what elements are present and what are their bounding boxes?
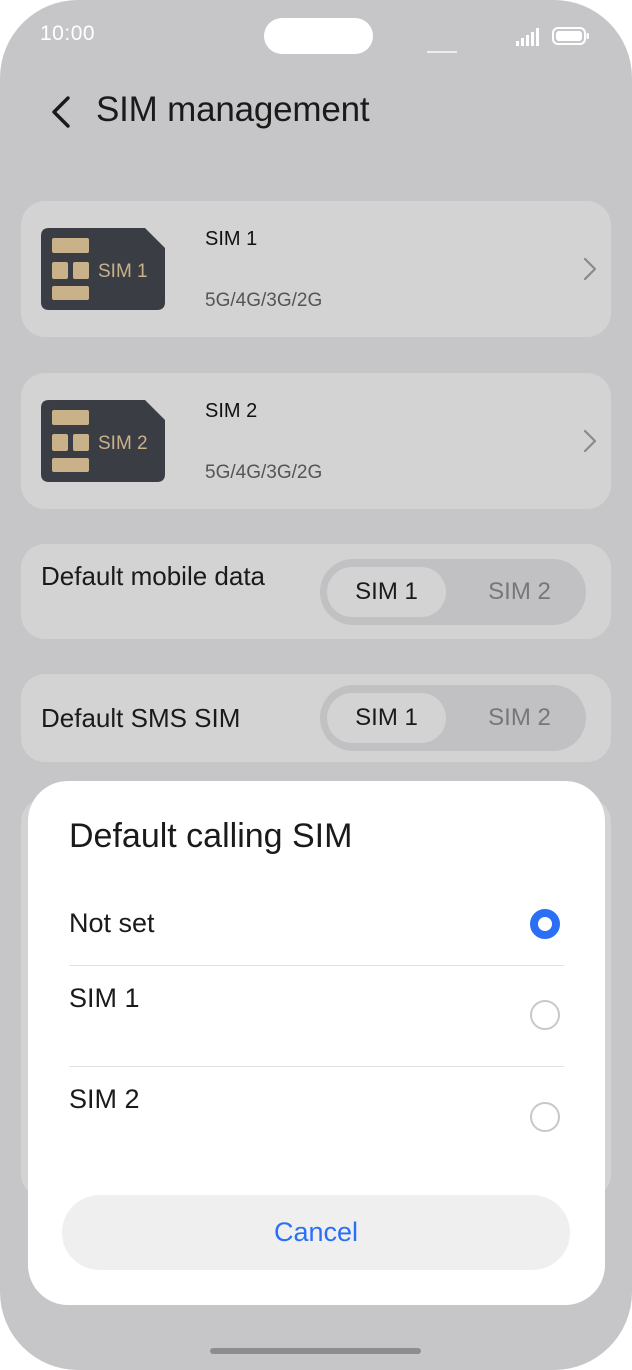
sms-sim1-option[interactable]: SIM 1 <box>327 693 446 743</box>
sim-card-label: SIM 1 <box>98 261 148 282</box>
radio-selected-icon[interactable] <box>530 909 560 939</box>
sim-card-icon: SIM 2 <box>41 400 165 482</box>
sim-1-network: 5G/4G/3G/2G <box>205 290 323 311</box>
sim-card-label: SIM 2 <box>98 433 148 454</box>
signal-icon <box>516 28 539 46</box>
camera-cutout <box>264 18 373 54</box>
dialog-title: Default calling SIM <box>69 817 353 855</box>
mobile-data-sim2-option[interactable]: SIM 2 <box>460 567 579 617</box>
default-mobile-data-switch: SIM 1 SIM 2 <box>320 559 586 625</box>
mobile-data-sim1-option[interactable]: SIM 1 <box>327 567 446 617</box>
sim-card-icon: SIM 1 <box>41 228 165 310</box>
default-sms-label: Default SMS SIM <box>41 703 241 733</box>
option-sim-1[interactable]: SIM 1 <box>69 977 564 1065</box>
default-mobile-data-label: Default mobile data <box>41 561 266 591</box>
option-label: Not set <box>69 908 155 938</box>
sim-2-name: SIM 2 <box>205 400 258 422</box>
home-indicator[interactable] <box>210 1348 421 1354</box>
status-indicator <box>427 51 457 53</box>
status-time: 10:00 <box>40 22 96 45</box>
option-label: SIM 1 <box>69 983 140 1013</box>
chevron-right-icon <box>583 429 597 453</box>
page-title: SIM management <box>96 90 370 129</box>
chevron-right-icon <box>583 257 597 281</box>
default-mobile-data-row: Default mobile data SIM 1 SIM 2 <box>21 544 611 639</box>
back-arrow-icon[interactable] <box>46 94 76 130</box>
sim-2-card[interactable]: SIM 2 SIM 2 5G/4G/3G/2G <box>21 373 611 509</box>
default-calling-sim-dialog: Default calling SIM Not set SIM 1 SIM 2 … <box>28 781 605 1305</box>
default-sms-switch: SIM 1 SIM 2 <box>320 685 586 751</box>
divider <box>69 1066 564 1067</box>
option-label: SIM 2 <box>69 1084 140 1114</box>
sim-1-card[interactable]: SIM 1 SIM 1 5G/4G/3G/2G <box>21 201 611 337</box>
sim-1-name: SIM 1 <box>205 228 258 250</box>
default-sms-row: Default SMS SIM SIM 1 SIM 2 <box>21 674 611 762</box>
radio-unselected-icon[interactable] <box>530 1102 560 1132</box>
sim-2-network: 5G/4G/3G/2G <box>205 462 323 483</box>
option-not-set[interactable]: Not set <box>69 896 564 953</box>
radio-unselected-icon[interactable] <box>530 1000 560 1030</box>
option-sim-2[interactable]: SIM 2 <box>69 1078 564 1166</box>
divider <box>69 965 564 966</box>
sms-sim2-option[interactable]: SIM 2 <box>460 693 579 743</box>
cancel-button[interactable]: Cancel <box>62 1195 570 1270</box>
battery-icon <box>552 27 589 45</box>
phone-screen: 10:00 SIM management SIM 1 SIM 1 5G/4G/3… <box>0 0 632 1370</box>
